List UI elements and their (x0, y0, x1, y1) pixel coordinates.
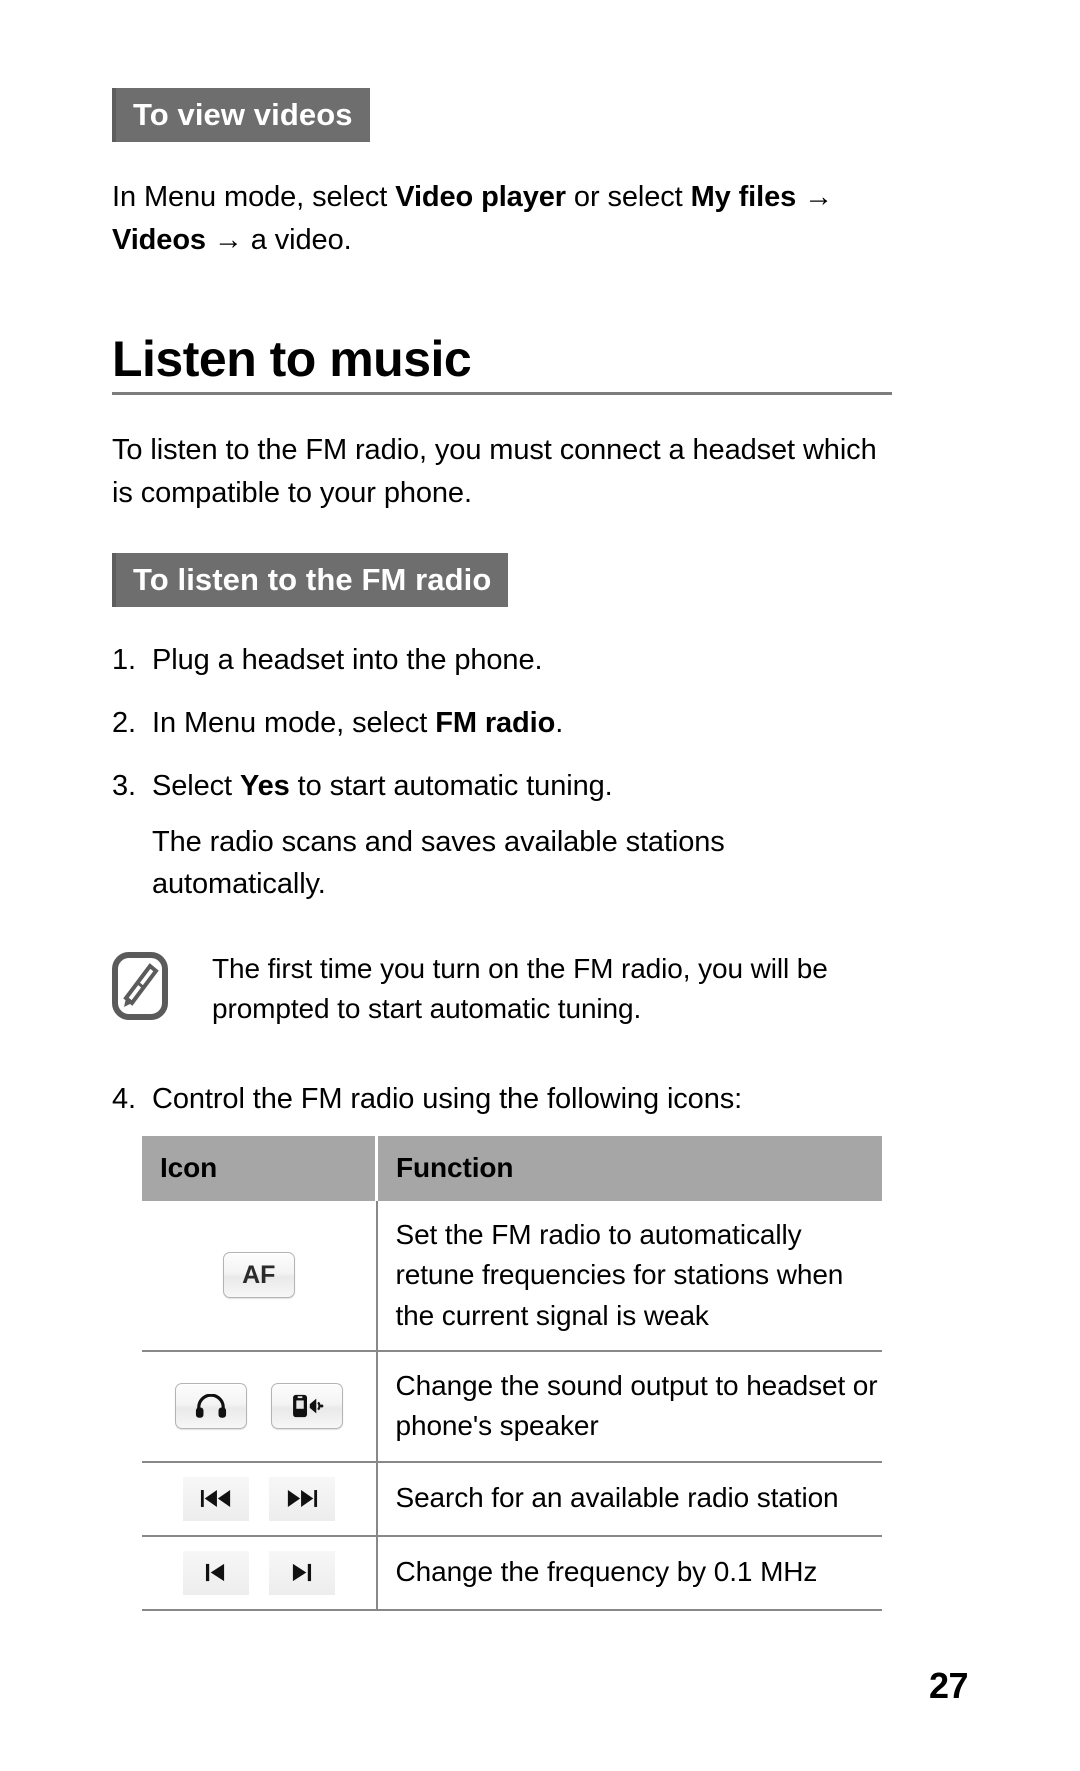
text-run: In Menu mode, select (112, 181, 396, 213)
function-cell: Change the frequency by 0.1 MHz (376, 1535, 882, 1611)
bold-my-files: My files (690, 181, 797, 213)
manual-page: To view videos In Menu mode, select Vide… (0, 0, 1080, 1771)
arrow-separator: → (205, 223, 251, 256)
note-box: The first time you turn on the FM radio,… (112, 949, 892, 1030)
list-text: In Menu mode, select (152, 706, 436, 739)
function-cell: Search for an available radio station (376, 1461, 882, 1537)
bold-videos: Videos (112, 223, 206, 256)
table-row: Search for an available radio station (142, 1461, 882, 1537)
table-header-row: Icon Function (142, 1135, 882, 1201)
section-header-to-view-videos: To view videos (112, 88, 370, 142)
list-item: 1. Plug a headset into the phone. (112, 639, 892, 681)
note-text: The first time you turn on the FM radio,… (212, 952, 828, 1025)
chapter-intro-paragraph: To listen to the FM radio, you must conn… (112, 434, 877, 509)
list-text: . (555, 706, 564, 739)
headphones-icon[interactable] (174, 1383, 247, 1430)
phone-speaker-icon[interactable] (270, 1383, 343, 1430)
page-content: To view videos In Menu mode, select Vide… (112, 0, 892, 1611)
icon-group: AF (142, 1252, 376, 1299)
af-button-icon[interactable]: AF (222, 1252, 295, 1299)
list-item: 4. Control the FM radio using the followi… (112, 1078, 892, 1120)
list-number: 4. (112, 1082, 136, 1115)
step3-subtext: The radio scans and saves available stat… (152, 825, 725, 900)
fast-forward-icon[interactable] (268, 1476, 335, 1521)
table-row: AF Set the FM radio to automatically ret… (142, 1200, 882, 1352)
column-header-function: Function (376, 1135, 882, 1201)
arrow-separator: → (796, 181, 834, 213)
list-number: 2. (112, 706, 136, 739)
icon-group (142, 1550, 376, 1595)
function-cell: Change the sound output to headset or ph… (376, 1350, 882, 1463)
bold-fm-radio: FM radio (435, 706, 556, 739)
icon-group (142, 1383, 376, 1430)
icon-cell (142, 1350, 378, 1463)
page-number: 27 (928, 1665, 969, 1706)
list-number: 3. (112, 769, 136, 802)
chapter-title: Listen to music (112, 331, 472, 388)
function-cell: Set the FM radio to automatically retune… (376, 1200, 882, 1352)
bold-video-player: Video player (395, 181, 566, 213)
view-videos-paragraph: In Menu mode, select Video player or sel… (112, 176, 892, 261)
fm-radio-step4: 4. Control the FM radio using the followi… (112, 1078, 892, 1120)
fm-radio-steps: 1. Plug a headset into the phone. 2. In Me… (112, 639, 892, 807)
previous-track-icon[interactable] (182, 1550, 249, 1595)
icon-cell: AF (142, 1200, 378, 1352)
table-row: Change the sound output to headset or ph… (142, 1350, 882, 1463)
list-number: 1. (112, 643, 136, 676)
next-track-icon[interactable] (268, 1550, 335, 1595)
note-pencil-icon (112, 951, 168, 1020)
icon-cell (142, 1461, 378, 1537)
icon-group (142, 1476, 376, 1521)
icon-cell (142, 1535, 378, 1611)
column-header-icon: Icon (142, 1135, 378, 1201)
list-text: Select (152, 769, 240, 802)
list-item: 2. In Menu mode, select FM radio. (112, 702, 892, 744)
section-header-fm-radio: To listen to the FM radio (112, 552, 509, 607)
list-item: 3. Select Yes to start automatic tuning. (112, 765, 892, 807)
bold-yes: Yes (239, 769, 290, 802)
fm-radio-icon-table: Icon Function AF Set the FM radio to aut… (142, 1135, 882, 1611)
rewind-icon[interactable] (182, 1476, 249, 1521)
list-text: Control the FM radio using the following… (152, 1082, 743, 1115)
list-text: to start automatic tuning. (289, 769, 613, 802)
list-text: Plug a headset into the phone. (152, 643, 543, 676)
text-run: or select (565, 181, 691, 213)
table-row: Change the frequency by 0.1 MHz (142, 1535, 882, 1611)
text-run: a video. (250, 223, 352, 256)
